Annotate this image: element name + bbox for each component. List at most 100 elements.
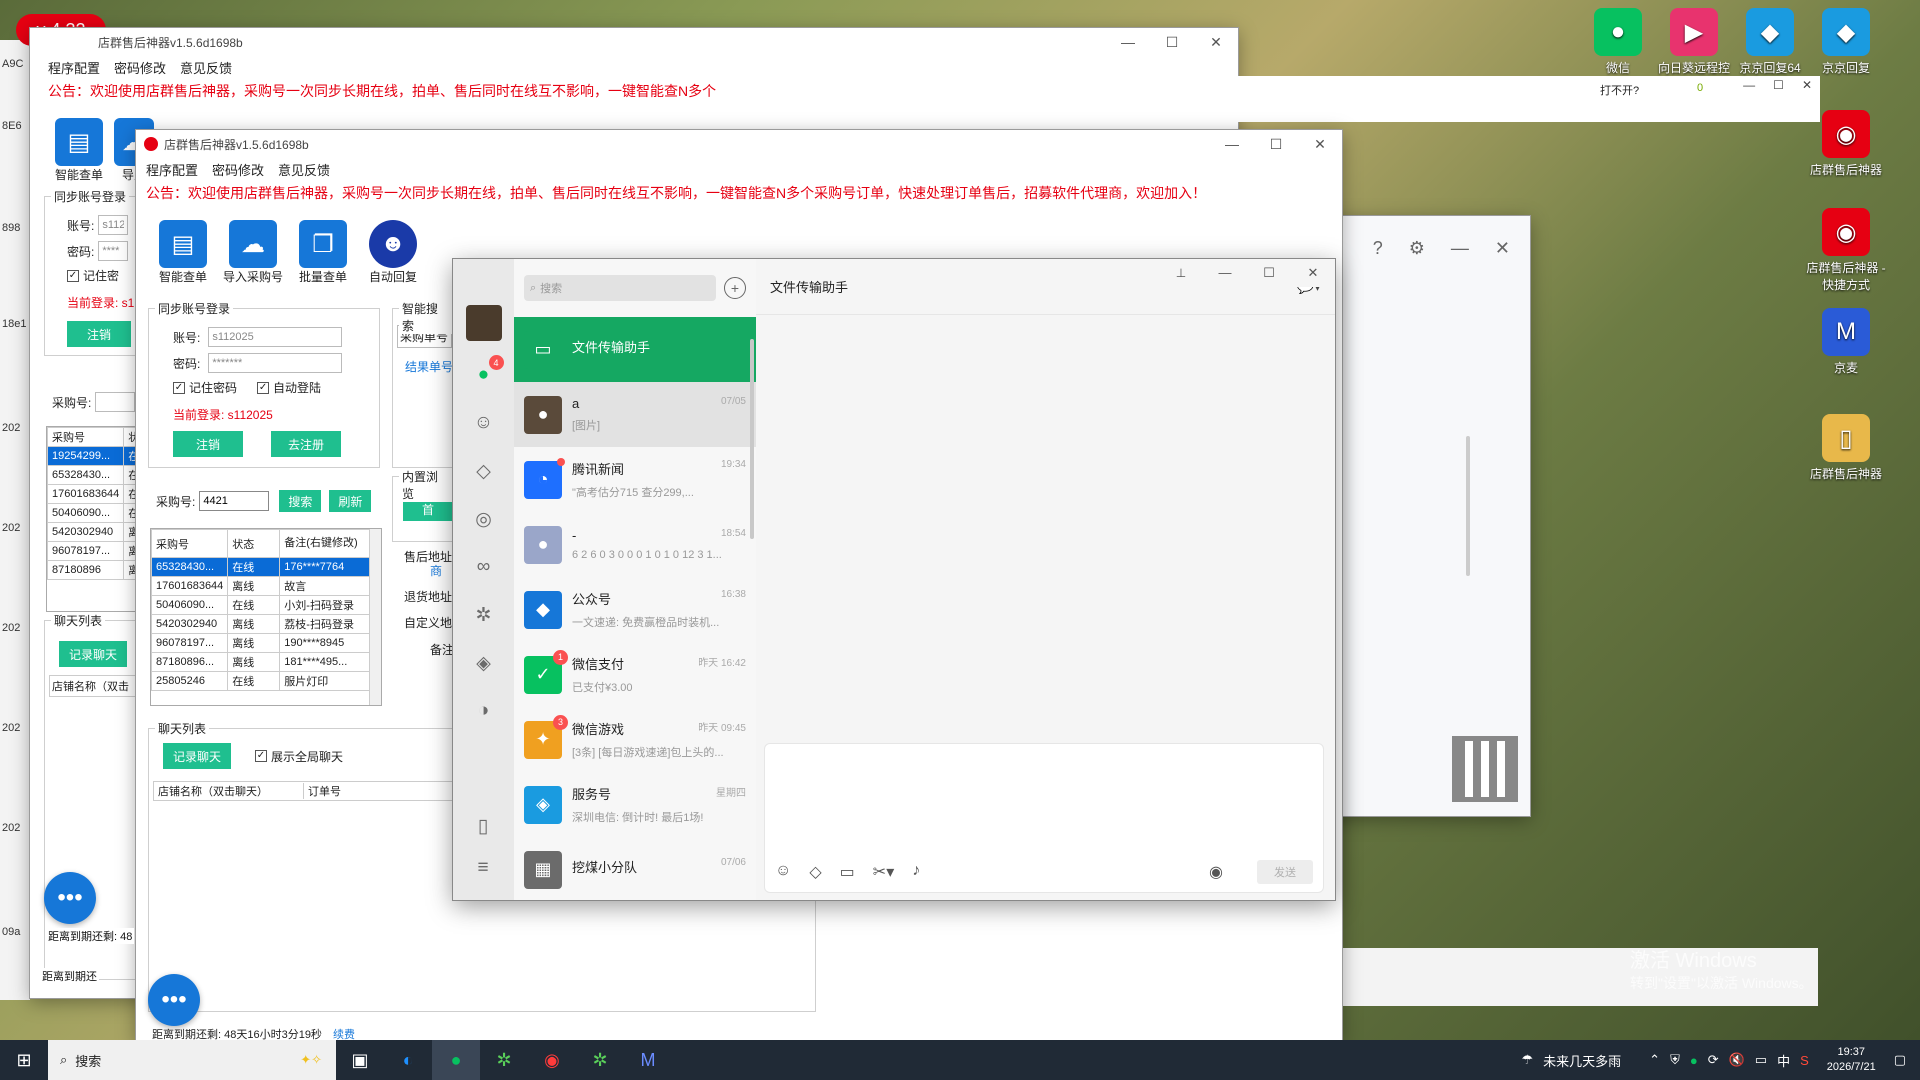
sticker-icon[interactable]: ◇ [809,862,821,882]
table-row[interactable]: 50406090... 在 [47,503,139,523]
table-row[interactable]: 87180896 离 [47,560,139,580]
close-button[interactable]: ✕ [1298,130,1342,158]
send-button[interactable]: 发送 [1257,860,1313,884]
minimize-button[interactable]: — [1451,238,1469,259]
after-sales-taskbar-icon[interactable]: ◉ [528,1040,576,1080]
menu-feedback[interactable]: 意见反馈 [180,58,232,77]
table-row[interactable]: 50406090... 在线 小刘-扫码登录 [151,595,381,615]
desktop-icon[interactable]: ◉ 店群售后神器 [1806,110,1886,178]
list-scrollbar[interactable] [750,339,754,539]
close-button[interactable]: ✕ [1291,259,1335,287]
compose-box[interactable]: ☺ ◇ ▭ ✂▾ ♪ ◉ 发送 [764,743,1324,893]
jingmai-scrollbar[interactable] [1466,436,1470,576]
notification-icon[interactable]: ▢ [1894,1052,1906,1068]
table-row[interactable]: 5420302940 离 [47,522,139,542]
chat-list-item[interactable]: ● a 07/05 [图片] [514,382,756,447]
tool-smart-query[interactable]: ▤ 智能查单 [148,220,218,285]
desktop-icon[interactable]: ▶ 向日葵远程控 [1654,8,1734,76]
chat-nav-icon[interactable]: ● 4 [470,355,504,389]
jingmai-taskbar-icon[interactable]: M [624,1040,672,1080]
clock[interactable]: 19:37 2026/7/21 [1827,1045,1876,1075]
search-one-icon[interactable]: ◑ [470,697,498,725]
start-windows-icon[interactable]: ⊞ [0,1040,48,1080]
menu-config[interactable]: 程序配置 [48,58,100,77]
table-scrollbar[interactable] [369,529,381,705]
fg-logout-button[interactable]: 注销 [173,431,243,457]
wechat-tray-icon[interactable]: ● [1690,1053,1698,1068]
col-purchase[interactable]: 采购号 [151,529,229,558]
menu-config[interactable]: 程序配置 [146,160,198,179]
emoji-icon[interactable]: ☺ [775,862,791,882]
chat-list-item[interactable]: ◔ 腾讯新闻 19:34 "高考估分715 查分299,... [514,447,756,512]
desktop-icon[interactable]: ◆ 京京回复64 [1730,8,1810,76]
fg-register-button[interactable]: 去注册 [271,431,341,457]
close-button[interactable]: ✕ [1495,238,1510,259]
minimize-button[interactable]: — [1203,259,1247,287]
bg-logout-button[interactable]: 注销 [67,321,131,347]
moments-icon[interactable]: ◎ [470,505,498,533]
bg-tool-smart[interactable]: ▤ 智能查单 [44,118,114,183]
qr-code-icon[interactable] [1452,736,1518,802]
fg-purchase-input[interactable] [199,491,270,511]
bg-password-input[interactable] [98,241,129,261]
chat-bubble-button[interactable]: ••• [44,872,96,924]
taskbar-search[interactable]: ⌕ 搜索 ✦✧ [48,1040,336,1080]
add-icon[interactable]: + [724,277,746,299]
security-icon[interactable]: ⛨ [1670,1052,1680,1068]
show-all-chat-checkbox[interactable]: ✓ 展示全局聊天 [255,748,343,765]
chat-list-item[interactable]: ● - 18:54 6 2 6 0 3 0 0 0 1 0 1 0 12 3 1... [514,512,756,577]
fg-password-input[interactable] [208,353,343,373]
pin-icon[interactable]: ⊥ [1159,259,1203,287]
chat-bubble-button[interactable]: ••• [148,974,200,1026]
mini-program-icon[interactable]: ◈ [470,649,498,677]
minimize-button[interactable]: — [1210,130,1254,158]
app-taskbar-icon[interactable]: ✲ [480,1040,528,1080]
search-button[interactable]: 搜索 [279,490,322,512]
sogou-icon[interactable]: S [1800,1053,1809,1068]
table-row[interactable]: 19254299... 在 [47,446,139,466]
table-row[interactable]: 96078197... 离线 190****8945 [151,633,381,653]
wechat-search-box[interactable]: ⌕ 搜索 [524,275,716,301]
contacts-icon[interactable]: ☺ [470,409,498,437]
menu-feedback[interactable]: 意见反馈 [278,160,330,179]
desktop-icon[interactable]: M 京麦 [1806,308,1886,376]
order-col[interactable]: 订单号 [304,783,341,799]
menu-icon[interactable]: ≡ [469,854,497,882]
fg-remember-checkbox[interactable]: ✓ 记住密码 [173,379,237,396]
phone-icon[interactable]: ▯ [469,812,497,840]
maximize-button[interactable]: ☐ [1247,259,1291,287]
tool-auto-reply[interactable]: ☻ 自动回复 [358,220,428,285]
close-button[interactable]: ✕ [1802,78,1812,92]
voice-call-icon[interactable]: ◉ [1209,862,1223,882]
help-icon[interactable]: ? [1373,238,1383,259]
maximize-button[interactable]: ☐ [1773,78,1784,92]
store-col[interactable]: 店铺名称（双击聊天） [154,783,304,799]
microphone-icon[interactable]: ♪ [912,862,920,882]
table-row[interactable]: 17601683644 离线 故言 [151,576,381,596]
folder-icon[interactable]: ▭ [840,862,855,882]
ime-indicator[interactable]: 中 [1777,1051,1790,1070]
col-note[interactable]: 备注(右键修改) [279,529,381,558]
table-row[interactable]: 5420302940 离线 荔枝-扫码登录 [151,614,381,634]
menu-password[interactable]: 密码修改 [212,160,264,179]
bg-remember-checkbox[interactable]: ✓ 记住密 [67,267,143,284]
fg-auto-login-checkbox[interactable]: ✓ 自动登陆 [257,379,321,396]
maximize-button[interactable]: ☐ [1150,28,1194,56]
bg-account-input[interactable] [98,215,129,235]
fg-account-input[interactable] [208,327,343,347]
chat-list-item[interactable]: ▭ 文件传输助手 [514,317,756,382]
col-status[interactable]: 状态 [227,529,281,558]
table-row[interactable]: 65328430... 在 [47,465,139,485]
sync-tray-icon[interactable]: ⟳ [1708,1052,1719,1068]
user-avatar[interactable] [465,305,502,341]
wechat-taskbar-icon[interactable]: ● [432,1040,480,1080]
desktop-icon[interactable]: ▯ 店群售后神器 [1806,414,1886,482]
chat-list-item[interactable]: ◈ 服务号 星期四 深圳电信: 倒计时! 最后1场! [514,772,756,837]
bg-purchase-input[interactable] [95,392,136,412]
table-row[interactable]: 96078197... 离 [47,541,139,561]
app-taskbar-icon-2[interactable]: ✲ [576,1040,624,1080]
chat-list-item[interactable]: ◆ 公众号 16:38 一文速递: 免费赢橙品时装机... [514,577,756,642]
table-row[interactable]: 87180896... 离线 181****495... [151,652,381,672]
tray-chevron-icon[interactable]: ⌃ [1649,1052,1660,1068]
bg-record-chat-button[interactable]: 记录聊天 [59,641,127,667]
